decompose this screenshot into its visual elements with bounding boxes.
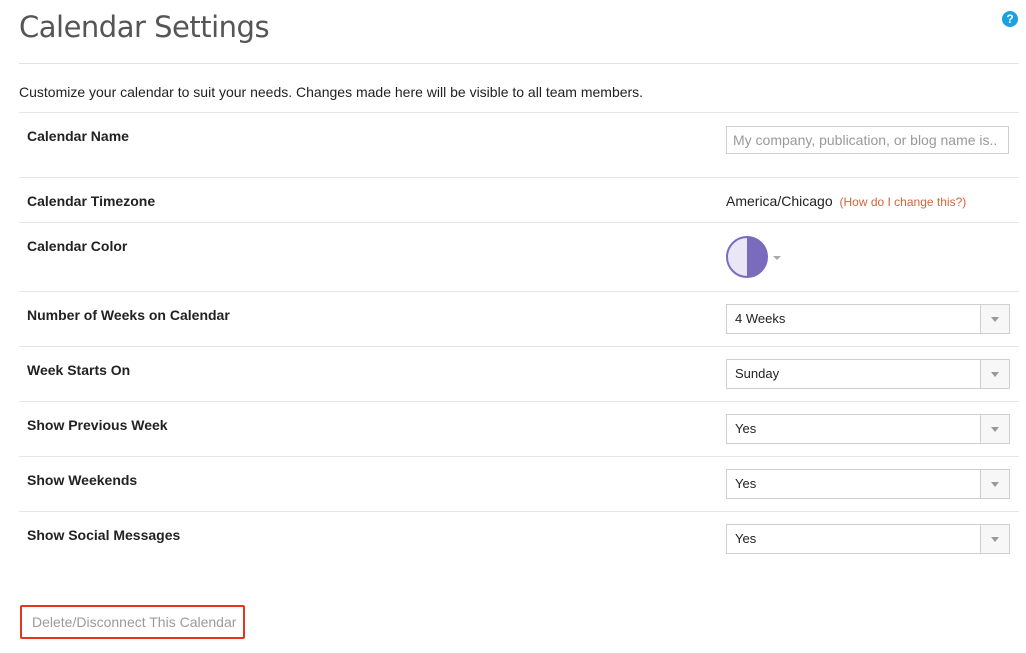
social-messages-select-value: Yes	[735, 531, 757, 546]
delete-calendar-button[interactable]: Delete/Disconnect This Calendar	[20, 605, 245, 639]
previous-week-select-value: Yes	[735, 421, 757, 436]
setting-row-calendar-name: Calendar Name	[19, 112, 1019, 177]
title-divider	[19, 63, 1019, 64]
chevron-down-icon[interactable]	[980, 360, 1009, 388]
setting-label-social-messages: Show Social Messages	[27, 527, 181, 543]
chevron-down-icon[interactable]	[980, 415, 1009, 443]
setting-label-calendar-color: Calendar Color	[27, 238, 128, 254]
previous-week-select[interactable]: Yes	[726, 414, 1010, 444]
timezone-value: America/Chicago	[726, 193, 833, 209]
chevron-down-icon[interactable]	[980, 305, 1009, 333]
weeks-select-value: 4 Weeks	[735, 311, 786, 326]
chevron-down-icon[interactable]	[980, 470, 1009, 498]
setting-label-previous-week: Show Previous Week	[27, 417, 168, 433]
timezone-value-group: America/Chicago (How do I change this?)	[726, 193, 966, 209]
timezone-help-link[interactable]: (How do I change this?)	[840, 195, 967, 209]
weekends-select[interactable]: Yes	[726, 469, 1010, 499]
weekends-select-value: Yes	[735, 476, 757, 491]
setting-row-social-messages: Show Social Messages Yes	[19, 511, 1019, 566]
calendar-name-input[interactable]	[726, 126, 1009, 154]
page-title: Calendar Settings	[19, 10, 270, 44]
chevron-down-icon[interactable]	[980, 525, 1009, 553]
weeks-select[interactable]: 4 Weeks	[726, 304, 1010, 334]
week-start-select[interactable]: Sunday	[726, 359, 1010, 389]
week-start-select-value: Sunday	[735, 366, 780, 381]
setting-row-calendar-timezone: Calendar Timezone America/Chicago (How d…	[19, 177, 1019, 222]
setting-label-weeks: Number of Weeks on Calendar	[27, 307, 230, 323]
settings-intro: Customize your calendar to suit your nee…	[19, 84, 644, 100]
calendar-color-picker[interactable]	[726, 236, 768, 278]
setting-label-calendar-name: Calendar Name	[27, 128, 129, 144]
setting-row-weeks: Number of Weeks on Calendar 4 Weeks	[19, 291, 1019, 346]
setting-label-calendar-timezone: Calendar Timezone	[27, 193, 156, 209]
setting-row-week-start: Week Starts On Sunday	[19, 346, 1019, 401]
setting-row-previous-week: Show Previous Week Yes	[19, 401, 1019, 456]
question-circle-icon[interactable]: ?	[1002, 11, 1018, 27]
chevron-down-icon[interactable]	[773, 256, 781, 260]
social-messages-select[interactable]: Yes	[726, 524, 1010, 554]
setting-row-weekends: Show Weekends Yes	[19, 456, 1019, 511]
setting-label-week-start: Week Starts On	[27, 362, 131, 378]
setting-label-weekends: Show Weekends	[27, 472, 138, 488]
setting-row-calendar-color: Calendar Color	[19, 222, 1019, 291]
